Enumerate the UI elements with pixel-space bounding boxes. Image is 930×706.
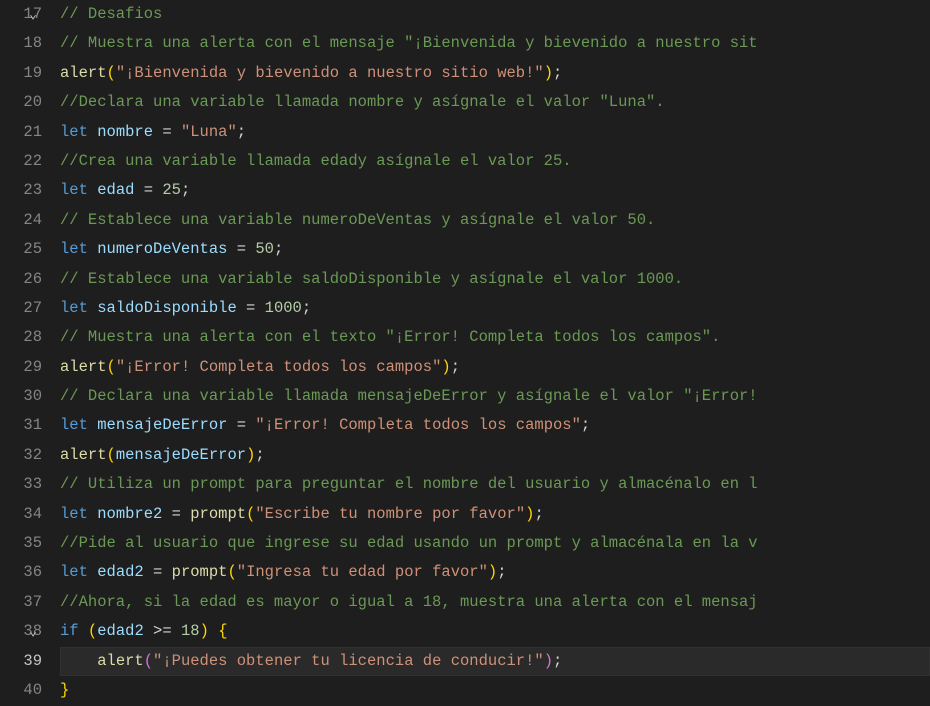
code-line[interactable]: //Declara una variable llamada nombre y … <box>60 88 930 117</box>
line-number: 40 <box>0 676 42 705</box>
line-number: 32 <box>0 441 42 470</box>
code-line[interactable]: alert("¡Error! Completa todos los campos… <box>60 353 930 382</box>
code-line[interactable]: // Establece una variable numeroDeVentas… <box>60 206 930 235</box>
code-editor[interactable]: 17⌄1819202122232425262728293031323334353… <box>0 0 930 706</box>
line-number: 29 <box>0 353 42 382</box>
line-number: 28 <box>0 323 42 352</box>
code-line[interactable]: let mensajeDeError = "¡Error! Completa t… <box>60 411 930 440</box>
line-number: 38⌄ <box>0 617 42 646</box>
code-line[interactable]: let edad2 = prompt("Ingresa tu edad por … <box>60 558 930 587</box>
code-line[interactable]: alert("¡Puedes obtener tu licencia de co… <box>60 647 930 676</box>
code-area[interactable]: // Desafios// Muestra una alerta con el … <box>60 0 930 706</box>
code-line[interactable]: // Utiliza un prompt para preguntar el n… <box>60 470 930 499</box>
code-line[interactable]: //Crea una variable llamada edady asígna… <box>60 147 930 176</box>
code-line[interactable]: //Pide al usuario que ingrese su edad us… <box>60 529 930 558</box>
line-number: 31 <box>0 411 42 440</box>
line-number: 27 <box>0 294 42 323</box>
code-line[interactable]: alert(mensajeDeError); <box>60 441 930 470</box>
code-line[interactable]: // Desafios <box>60 0 930 29</box>
line-number: 24 <box>0 206 42 235</box>
line-number: 34 <box>0 500 42 529</box>
line-number: 39 <box>0 647 42 676</box>
code-line[interactable]: } <box>60 676 930 705</box>
code-line[interactable]: // Establece una variable saldoDisponibl… <box>60 265 930 294</box>
code-line[interactable]: let saldoDisponible = 1000; <box>60 294 930 323</box>
line-number: 26 <box>0 265 42 294</box>
code-line[interactable]: //Ahora, si la edad es mayor o igual a 1… <box>60 588 930 617</box>
code-line[interactable]: let nombre2 = prompt("Escribe tu nombre … <box>60 500 930 529</box>
code-line[interactable]: let nombre = "Luna"; <box>60 118 930 147</box>
code-line[interactable]: let numeroDeVentas = 50; <box>60 235 930 264</box>
code-line[interactable]: let edad = 25; <box>60 176 930 205</box>
line-number: 30 <box>0 382 42 411</box>
code-line[interactable]: alert("¡Bienvenida y bievenido a nuestro… <box>60 59 930 88</box>
line-number: 25 <box>0 235 42 264</box>
code-line[interactable]: if (edad2 >= 18) { <box>60 617 930 646</box>
line-number: 23 <box>0 176 42 205</box>
line-number: 18 <box>0 29 42 58</box>
fold-chevron-icon[interactable]: ⌄ <box>26 0 40 29</box>
line-number: 20 <box>0 88 42 117</box>
line-number: 17⌄ <box>0 0 42 29</box>
line-number: 36 <box>0 558 42 587</box>
line-number: 19 <box>0 59 42 88</box>
line-number-gutter: 17⌄1819202122232425262728293031323334353… <box>0 0 60 706</box>
line-number: 35 <box>0 529 42 558</box>
line-number: 33 <box>0 470 42 499</box>
code-line[interactable]: // Muestra una alerta con el mensaje "¡B… <box>60 29 930 58</box>
code-line[interactable]: // Muestra una alerta con el texto "¡Err… <box>60 323 930 352</box>
line-number: 37 <box>0 588 42 617</box>
line-number: 21 <box>0 118 42 147</box>
line-number: 22 <box>0 147 42 176</box>
code-line[interactable]: // Declara una variable llamada mensajeD… <box>60 382 930 411</box>
fold-chevron-icon[interactable]: ⌄ <box>26 617 40 646</box>
